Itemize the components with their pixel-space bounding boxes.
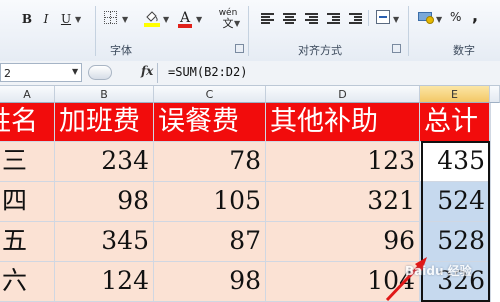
- cell-name[interactable]: 六: [0, 262, 55, 302]
- font-color-dropdown-caret[interactable]: ▼: [196, 15, 202, 24]
- font-color-button[interactable]: A: [178, 7, 192, 28]
- column-header-a[interactable]: A: [0, 86, 55, 103]
- ribbon-divider: [95, 6, 96, 56]
- italic-button[interactable]: I: [40, 9, 52, 29]
- insert-function-button[interactable]: fx: [141, 64, 153, 78]
- borders-dropdown-caret[interactable]: ▼: [122, 15, 128, 24]
- name-box[interactable]: 2: [0, 63, 82, 82]
- comma-style-button[interactable]: ,: [472, 6, 478, 25]
- column-header-f[interactable]: [490, 86, 500, 103]
- decrease-indent-icon[interactable]: [327, 12, 340, 24]
- name-box-dropdown-caret[interactable]: ▼: [72, 67, 78, 76]
- cell-overtime[interactable]: 98: [55, 182, 154, 222]
- cell-name[interactable]: 五: [0, 222, 55, 262]
- phonetic-dropdown-caret[interactable]: ▼: [234, 19, 240, 28]
- cell-name[interactable]: 四: [0, 182, 55, 222]
- align-left-icon[interactable]: [261, 12, 274, 24]
- cell-meal[interactable]: 78: [154, 142, 266, 182]
- header-cell-meal[interactable]: 误餐费: [154, 103, 266, 142]
- formula-divider: [157, 63, 158, 83]
- formula-bar: 2 ▼ fx =SUM(B2:D2): [0, 61, 500, 86]
- borders-icon[interactable]: [104, 11, 117, 24]
- name-box-value: 2: [4, 67, 11, 80]
- column-header-e[interactable]: E: [420, 86, 490, 103]
- cell-total-active[interactable]: 435: [420, 142, 490, 182]
- cell-meal[interactable]: 87: [154, 222, 266, 262]
- ribbon-divider: [368, 10, 369, 26]
- header-cell-total[interactable]: 总计: [420, 103, 490, 142]
- header-cell-name[interactable]: 姓名: [0, 103, 55, 142]
- cell-meal[interactable]: 105: [154, 182, 266, 222]
- cell-total[interactable]: 524: [420, 182, 490, 222]
- column-header-b[interactable]: B: [55, 86, 154, 103]
- fill-color-icon[interactable]: [144, 9, 160, 27]
- number-group-label: 数字: [453, 44, 475, 57]
- column-f-cells[interactable]: [490, 103, 500, 302]
- increase-indent-icon[interactable]: [349, 12, 362, 24]
- font-group-label: 字体: [110, 44, 132, 57]
- cell-other[interactable]: 321: [266, 182, 420, 222]
- header-cell-overtime[interactable]: 加班费: [55, 103, 154, 142]
- column-header-d[interactable]: D: [266, 86, 420, 103]
- accounting-dropdown-caret[interactable]: ▼: [436, 15, 442, 24]
- cell-overtime[interactable]: 124: [55, 262, 154, 302]
- bold-button[interactable]: B: [20, 9, 34, 29]
- formula-bar-handle[interactable]: [88, 65, 112, 80]
- font-dialog-launcher[interactable]: [235, 44, 244, 53]
- cell-meal[interactable]: 98: [154, 262, 266, 302]
- cell-name[interactable]: 三: [0, 142, 55, 182]
- align-right-icon[interactable]: [305, 12, 318, 24]
- cell-overtime[interactable]: 345: [55, 222, 154, 262]
- cell-other[interactable]: 123: [266, 142, 420, 182]
- watermark: Baidu 经验: [405, 264, 472, 278]
- merge-center-icon[interactable]: [376, 10, 390, 24]
- accounting-format-icon[interactable]: [418, 10, 434, 24]
- alignment-group-label: 对齐方式: [298, 44, 342, 57]
- align-center-icon[interactable]: [283, 12, 296, 24]
- merge-dropdown-caret[interactable]: ▼: [393, 15, 399, 24]
- formula-input[interactable]: =SUM(B2:D2): [168, 65, 247, 79]
- ribbon-divider: [248, 6, 249, 56]
- header-cell-other[interactable]: 其他补助: [266, 103, 420, 142]
- underline-dropdown-caret[interactable]: ▼: [75, 15, 81, 24]
- percent-style-button[interactable]: %: [450, 10, 461, 24]
- cell-overtime[interactable]: 234: [55, 142, 154, 182]
- alignment-dialog-launcher[interactable]: [392, 44, 401, 53]
- underline-button[interactable]: U: [60, 9, 72, 29]
- ribbon-divider: [408, 6, 409, 56]
- ribbon: B I U ▼ ▼ ▼ A ▼ wén 文 ▼ 字体 ▼ 对齐方式 ▼ % , …: [0, 0, 500, 62]
- fill-color-dropdown-caret[interactable]: ▼: [163, 15, 169, 24]
- column-header-c[interactable]: C: [154, 86, 266, 103]
